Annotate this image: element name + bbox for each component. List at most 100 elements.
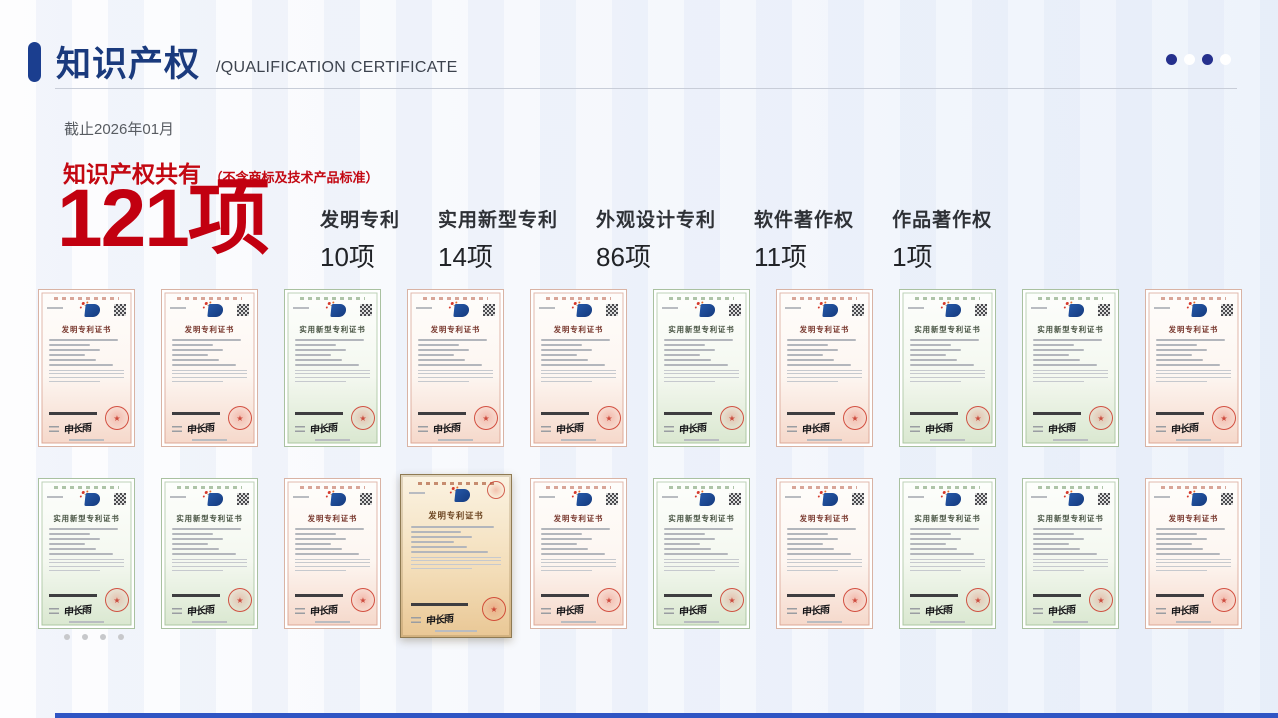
text-line-placeholder bbox=[910, 548, 957, 550]
signature-label-placeholder bbox=[1033, 606, 1043, 614]
certificate-thumbnail[interactable]: 发明专利证书 申长雨 bbox=[776, 289, 873, 447]
certificate-ornament bbox=[546, 297, 611, 300]
certificate-thumbnail[interactable]: 实用新型专利证书 申长雨 bbox=[38, 478, 135, 629]
text-line-placeholder bbox=[664, 528, 733, 530]
slide-indicator-dot[interactable] bbox=[1202, 54, 1213, 65]
slide-indicator-dot[interactable] bbox=[1166, 54, 1177, 65]
certificate-thumbnail[interactable]: 实用新型专利证书 申长雨 bbox=[899, 478, 996, 629]
certificate-ornament bbox=[915, 486, 980, 489]
text-line-placeholder bbox=[910, 538, 961, 540]
text-line-placeholder bbox=[295, 553, 359, 555]
red-seal-icon bbox=[105, 406, 129, 430]
signature: 申长雨 bbox=[802, 419, 829, 437]
certificate-thumbnail[interactable]: 实用新型专利证书 申长雨 bbox=[1022, 289, 1119, 447]
certificate-number-placeholder bbox=[1031, 307, 1047, 309]
certificate-thumbnail[interactable]: 发明专利证书 申长雨 bbox=[776, 478, 873, 629]
cnipa-logo-icon bbox=[453, 304, 469, 317]
certificate-title: 发明专利证书 bbox=[171, 324, 247, 334]
certificate-thumbnail[interactable]: 发明专利证书 申长雨 bbox=[1145, 289, 1242, 447]
text-line-placeholder bbox=[295, 373, 370, 374]
qr-code-icon bbox=[360, 304, 372, 316]
text-line-placeholder bbox=[541, 344, 582, 346]
carousel-dot[interactable] bbox=[100, 634, 106, 640]
cnipa-logo-icon bbox=[84, 304, 100, 317]
certificate-thumbnail[interactable]: 发明专利证书 申长雨 bbox=[284, 478, 381, 629]
text-line-placeholder bbox=[1156, 566, 1231, 567]
certificate-bold-bar bbox=[411, 603, 468, 606]
certificate-thumbnail[interactable]: 实用新型专利证书 申长雨 bbox=[653, 478, 750, 629]
certificate-footer-line bbox=[315, 621, 350, 623]
certificate-thumbnail[interactable]: 实用新型专利证书 申长雨 bbox=[161, 478, 258, 629]
text-line-placeholder bbox=[295, 364, 359, 366]
signature: 申长雨 bbox=[925, 601, 952, 619]
cnipa-logo-icon bbox=[330, 304, 346, 317]
signature: 申长雨 bbox=[1171, 601, 1198, 619]
certificate-paragraph-lines bbox=[541, 370, 616, 382]
text-line-placeholder bbox=[787, 370, 862, 371]
certificate-header bbox=[785, 493, 864, 510]
text-line-placeholder bbox=[664, 364, 728, 366]
carousel-dot[interactable] bbox=[82, 634, 88, 640]
certificate-bold-bar bbox=[172, 412, 220, 415]
text-line-placeholder bbox=[664, 533, 705, 535]
certificate-header bbox=[47, 493, 126, 510]
signature: 申长雨 bbox=[64, 601, 91, 619]
slide-indicator-dot[interactable] bbox=[1184, 54, 1195, 65]
certificate-thumbnail[interactable]: 发明专利证书 申长雨 bbox=[407, 289, 504, 447]
stat-value: 11项 bbox=[754, 237, 854, 274]
text-line-placeholder bbox=[295, 528, 364, 530]
text-line-placeholder bbox=[295, 538, 346, 540]
certificate-number-placeholder bbox=[539, 307, 555, 309]
certificate-thumbnail[interactable]: 实用新型专利证书 申长雨 bbox=[284, 289, 381, 447]
text-line-placeholder bbox=[910, 377, 985, 378]
certificate-title: 实用新型专利证书 bbox=[48, 513, 124, 523]
certificate-header bbox=[416, 304, 495, 321]
certificate-title: 发明专利证书 bbox=[1155, 513, 1231, 523]
signature: 申长雨 bbox=[802, 601, 829, 619]
certificate-thumbnail[interactable]: 发明专利证书 申长雨 bbox=[161, 289, 258, 447]
certificate-thumbnail[interactable]: 实用新型专利证书 申长雨 bbox=[1022, 478, 1119, 629]
red-seal-icon bbox=[351, 588, 375, 612]
certificate-thumbnail[interactable]: 发明专利证书 申长雨 bbox=[530, 478, 627, 629]
certificate-bold-bar bbox=[295, 412, 343, 415]
text-line-placeholder bbox=[664, 344, 705, 346]
certificate-thumbnail[interactable]: 发明专利证书 申长雨 bbox=[530, 289, 627, 447]
signature: 申长雨 bbox=[426, 610, 453, 628]
certificate-header bbox=[539, 304, 618, 321]
certificate-thumbnail[interactable]: 实用新型专利证书 申长雨 bbox=[653, 289, 750, 447]
certificate-number-placeholder bbox=[170, 496, 186, 498]
text-line-placeholder bbox=[664, 339, 733, 341]
certificate-title: 发明专利证书 bbox=[417, 324, 493, 334]
signature-label-placeholder bbox=[411, 615, 421, 623]
text-line-placeholder bbox=[664, 566, 739, 567]
certificate-footer-line bbox=[684, 439, 719, 441]
certificate-title: 发明专利证书 bbox=[540, 513, 616, 523]
text-line-placeholder bbox=[1156, 562, 1231, 563]
text-line-placeholder bbox=[172, 562, 247, 563]
text-line-placeholder bbox=[49, 377, 124, 378]
stat-label: 实用新型专利 bbox=[438, 205, 558, 232]
text-line-placeholder bbox=[1033, 370, 1108, 371]
text-line-placeholder bbox=[1156, 538, 1207, 540]
certificate-text-lines bbox=[1033, 339, 1108, 366]
certificate-thumbnail[interactable]: 发明专利证书 申长雨 bbox=[1145, 478, 1242, 629]
text-line-placeholder bbox=[1156, 533, 1197, 535]
signature: 申长雨 bbox=[310, 601, 337, 619]
certificate-thumbnail[interactable]: 发明专利证书 申长雨 bbox=[38, 289, 135, 447]
certificate-bold-bar bbox=[1033, 412, 1081, 415]
carousel-dot[interactable] bbox=[64, 634, 70, 640]
certificate-bold-bar bbox=[1156, 594, 1204, 597]
certificate-title: 发明专利证书 bbox=[411, 510, 501, 522]
signature: 申长雨 bbox=[433, 419, 460, 437]
certificate-text-lines bbox=[418, 339, 493, 366]
certificate-thumbnail[interactable]: 发明专利证书 申长雨 bbox=[400, 474, 512, 638]
text-line-placeholder bbox=[1033, 354, 1069, 356]
text-line-placeholder bbox=[787, 528, 856, 530]
text-line-placeholder bbox=[787, 359, 834, 361]
slide-indicator-dot[interactable] bbox=[1220, 54, 1231, 65]
certificate-number-placeholder bbox=[1031, 496, 1047, 498]
carousel-dot[interactable] bbox=[118, 634, 124, 640]
certificate-thumbnail[interactable]: 实用新型专利证书 申长雨 bbox=[899, 289, 996, 447]
text-line-placeholder bbox=[172, 566, 247, 567]
text-line-placeholder bbox=[910, 370, 985, 371]
